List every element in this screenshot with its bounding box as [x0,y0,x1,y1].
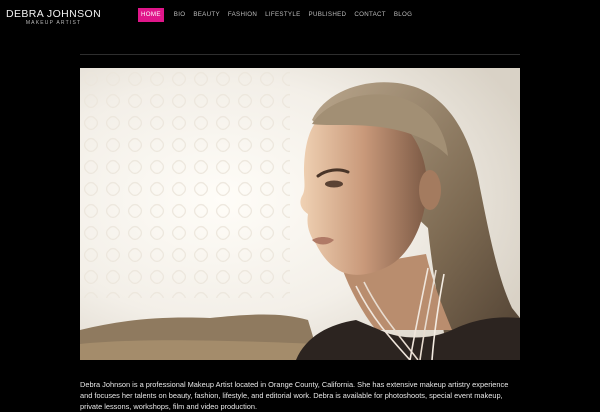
nav-item-bio[interactable]: BIO [174,8,186,22]
nav-item-lifestyle[interactable]: LIFESTYLE [265,8,300,22]
nav-item-published[interactable]: PUBLISHED [309,8,347,22]
nav-item-contact[interactable]: CONTACT [354,8,386,22]
nav-item-fashion[interactable]: FASHION [228,8,257,22]
main-nav: HOME BIO BEAUTY FASHION LIFESTYLE PUBLIS… [138,8,420,22]
logo-name: DEBRA JOHNSON [6,8,102,20]
bio-paragraph: Debra Johnson is a professional Makeup A… [80,380,509,412]
hero-image [80,68,520,360]
header-divider [80,54,520,55]
nav-item-home[interactable]: HOME [138,8,164,22]
site-logo[interactable]: DEBRA JOHNSON MAKEUP ARTIST [6,8,101,26]
logo-subtitle: MAKEUP ARTIST [25,20,82,26]
nav-item-beauty[interactable]: BEAUTY [193,8,220,22]
nav-item-blog[interactable]: BLOG [394,8,412,22]
